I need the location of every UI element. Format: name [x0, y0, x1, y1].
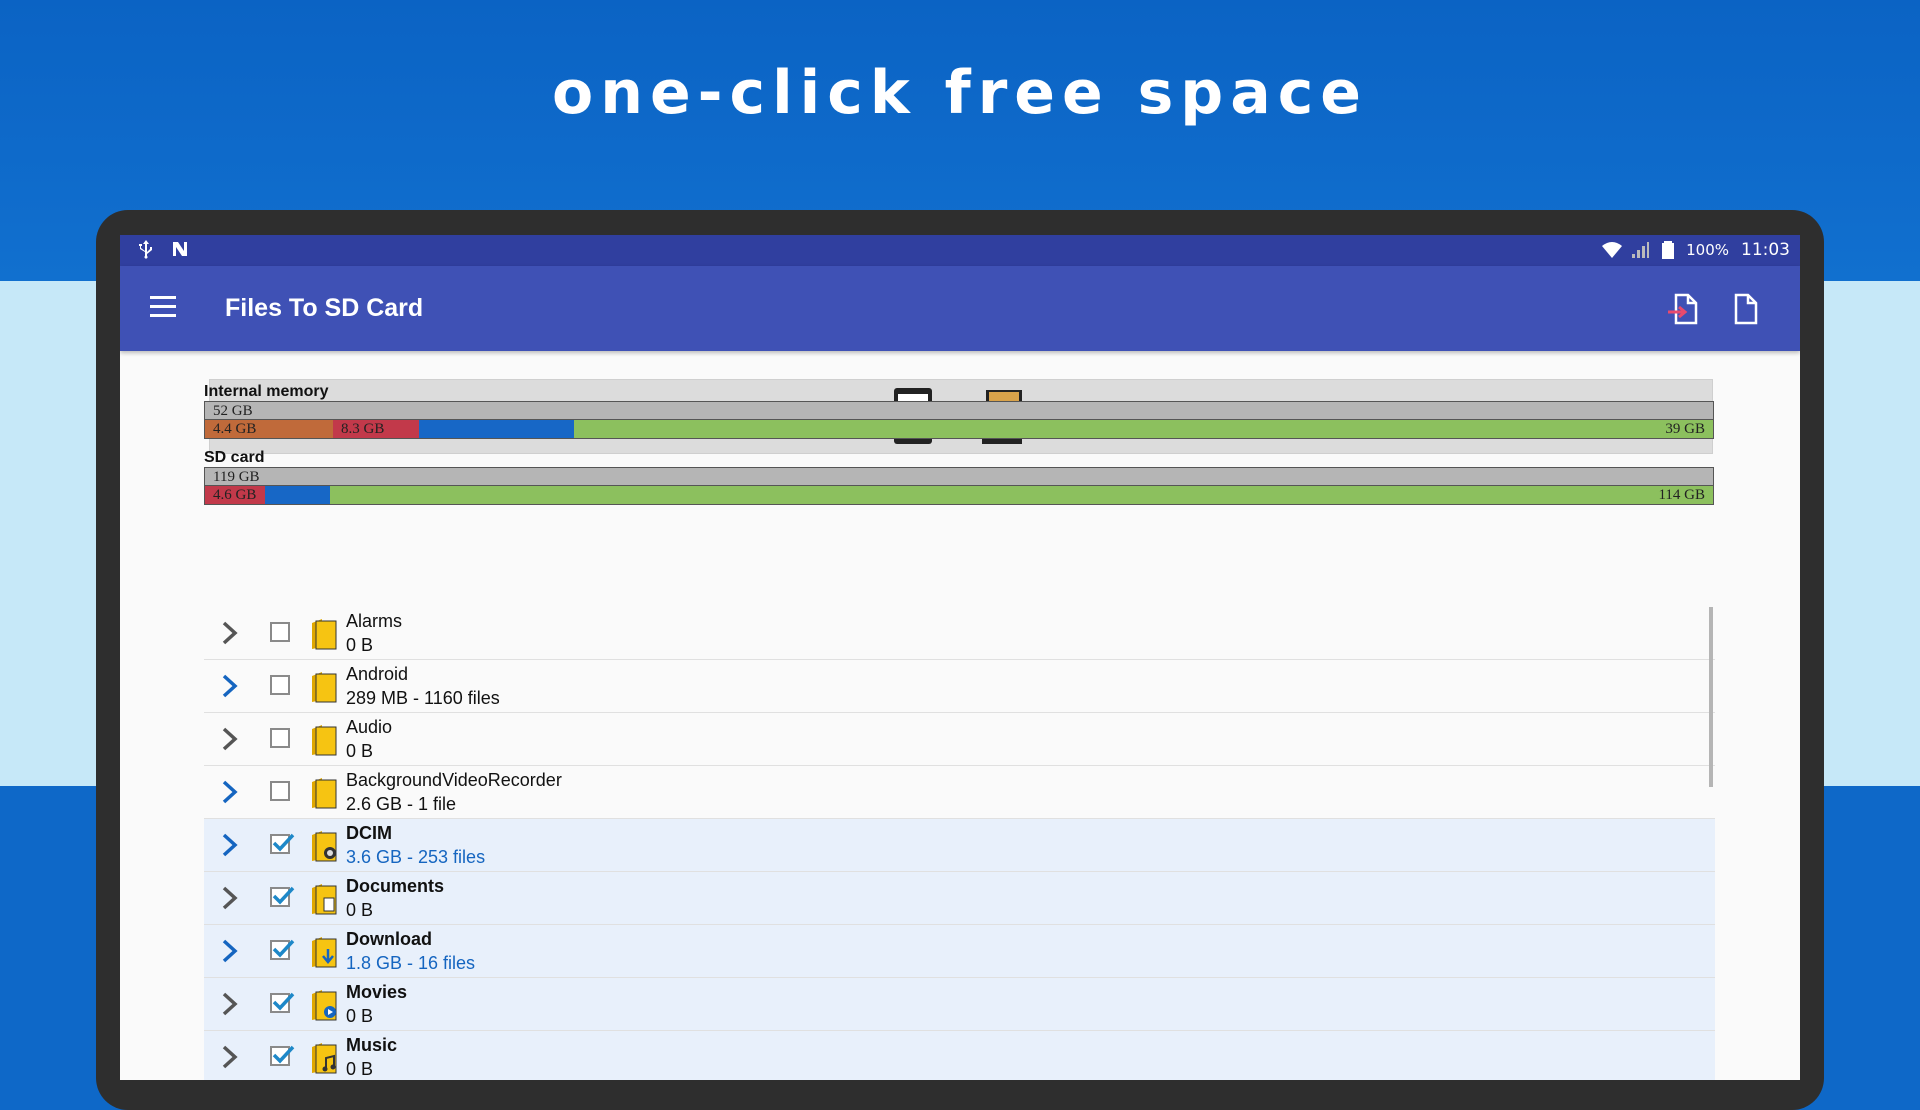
- folder-size: 0 B: [346, 900, 374, 920]
- chevron-right-icon[interactable]: [220, 833, 240, 857]
- internal-usage-segment: 8.3 GB: [333, 420, 419, 438]
- internal-total-value: 52 GB: [213, 403, 253, 419]
- folder-icon: [312, 725, 337, 756]
- folder-row[interactable]: BackgroundVideoRecorder 2.6 GB - 1 file: [204, 766, 1715, 819]
- checkmark-icon: [272, 939, 295, 958]
- signal-icon: [1632, 242, 1650, 258]
- promo-title: one-click free space: [552, 58, 1368, 128]
- sd-usage-label: 4.6 GB: [213, 487, 257, 503]
- folder-row[interactable]: Audio 0 B: [204, 713, 1715, 766]
- folder-checkbox[interactable]: [270, 992, 295, 1013]
- nfc-icon: [173, 242, 187, 256]
- sd-card-label: SD card: [204, 449, 265, 466]
- decor-panel-left: [0, 281, 98, 786]
- device-screen: 100% 11:03 Files To SD Card Internal mem…: [120, 235, 1800, 1080]
- folder-name: DCIM: [346, 823, 392, 843]
- folder-name: Download: [346, 929, 432, 949]
- chevron-right-icon[interactable]: [220, 992, 240, 1016]
- folder-icon: [312, 672, 337, 703]
- folder-icon: [312, 778, 337, 809]
- file-move-icon[interactable]: [1666, 292, 1700, 326]
- checkmark-icon: [272, 886, 295, 905]
- checkmark-icon: [272, 1045, 295, 1064]
- folder-size: 289 MB - 1160 files: [346, 688, 500, 708]
- chevron-right-icon[interactable]: [220, 621, 240, 645]
- folder-icon: [312, 937, 337, 968]
- sd-usage-segment: [265, 486, 330, 504]
- folder-size: 1.8 GB - 16 files: [346, 953, 476, 973]
- folder-icon: [312, 831, 337, 862]
- status-bar: 100% 11:03: [120, 235, 1800, 266]
- internal-usage-label: 39 GB: [1665, 421, 1705, 437]
- folder-name: BackgroundVideoRecorder: [346, 770, 562, 790]
- folder-name: Alarms: [346, 611, 403, 631]
- folder-icon: [312, 619, 337, 650]
- folder-row[interactable]: Alarms 0 B: [204, 607, 1715, 660]
- folder-row[interactable]: Music 0 B: [204, 1031, 1715, 1080]
- internal-usage-segment: 39 GB: [574, 420, 1713, 438]
- folder-checkbox[interactable]: [270, 833, 295, 854]
- internal-usage-label: 8.3 GB: [341, 421, 385, 437]
- internal-total-bar: 52 GB: [204, 401, 1714, 421]
- sd-total-bar: 119 GB: [204, 467, 1714, 487]
- list-scrollbar[interactable]: [1709, 607, 1713, 787]
- folder-size: 0 B: [346, 1006, 374, 1026]
- folder-checkbox[interactable]: [270, 1045, 295, 1066]
- battery-icon: [1662, 241, 1675, 259]
- wifi-icon: [1602, 242, 1623, 258]
- internal-usage-label: 4.4 GB: [213, 421, 257, 437]
- folder-checkbox[interactable]: [270, 939, 295, 960]
- sd-usage-label: 114 GB: [1658, 487, 1705, 503]
- sd-usage-segment: 4.6 GB: [205, 486, 265, 504]
- chevron-right-icon[interactable]: [220, 939, 240, 963]
- chevron-right-icon[interactable]: [220, 674, 240, 698]
- chevron-right-icon[interactable]: [220, 1045, 240, 1069]
- internal-usage-segment: [419, 420, 574, 438]
- app-title: Files To SD Card: [225, 294, 424, 322]
- folder-checkbox[interactable]: [270, 728, 290, 748]
- folder-checkbox[interactable]: [270, 781, 290, 801]
- folder-name: Music: [346, 1035, 398, 1055]
- decor-panel-right: [1822, 281, 1920, 786]
- folder-row[interactable]: Documents 0 B: [204, 872, 1715, 925]
- folder-size: 3.6 GB - 253 files: [346, 847, 486, 867]
- file-icon[interactable]: [1728, 292, 1762, 326]
- internal-memory-label: Internal memory: [204, 383, 329, 400]
- checkmark-icon: [272, 833, 295, 852]
- folder-size: 2.6 GB - 1 file: [346, 794, 457, 814]
- chevron-right-icon[interactable]: [220, 780, 240, 804]
- folder-row[interactable]: Android 289 MB - 1160 files: [204, 660, 1715, 713]
- folder-name: Movies: [346, 982, 408, 1002]
- folder-list: Alarms 0 B Android 289 MB - 1160 files Audio…: [204, 607, 1715, 1080]
- folder-row[interactable]: Movies 0 B: [204, 978, 1715, 1031]
- folder-icon: [312, 1043, 337, 1074]
- folder-name: Audio: [346, 717, 393, 737]
- internal-usage-segment: 4.4 GB: [205, 420, 333, 438]
- folder-icon: [312, 990, 337, 1021]
- folder-checkbox[interactable]: [270, 886, 295, 907]
- sd-usage-bar: 4.6 GB 114 GB: [204, 485, 1714, 505]
- sd-usage-segment: 114 GB: [330, 486, 1713, 504]
- folder-checkbox[interactable]: [270, 622, 290, 642]
- chevron-right-icon[interactable]: [220, 886, 240, 910]
- sd-total-value: 119 GB: [213, 469, 260, 485]
- battery-percent: 100%: [1686, 241, 1729, 259]
- internal-usage-bar: 4.4 GB 8.3 GB 39 GB: [204, 419, 1714, 439]
- clock: 11:03: [1741, 240, 1790, 260]
- folder-name: Documents: [346, 876, 445, 896]
- folder-checkbox[interactable]: [270, 675, 290, 695]
- folder-size: 0 B: [346, 741, 374, 761]
- folder-row[interactable]: DCIM 3.6 GB - 253 files: [204, 819, 1715, 872]
- folder-size: 0 B: [346, 1059, 374, 1079]
- folder-name: Android: [346, 664, 409, 684]
- chevron-right-icon[interactable]: [220, 727, 240, 751]
- folder-row[interactable]: Download 1.8 GB - 16 files: [204, 925, 1715, 978]
- checkmark-icon: [272, 992, 295, 1011]
- folder-size: 0 B: [346, 635, 374, 655]
- hamburger-menu-icon[interactable]: [150, 296, 176, 318]
- app-bar: Files To SD Card: [120, 266, 1800, 351]
- folder-icon: [312, 884, 337, 915]
- usb-icon: [139, 240, 152, 259]
